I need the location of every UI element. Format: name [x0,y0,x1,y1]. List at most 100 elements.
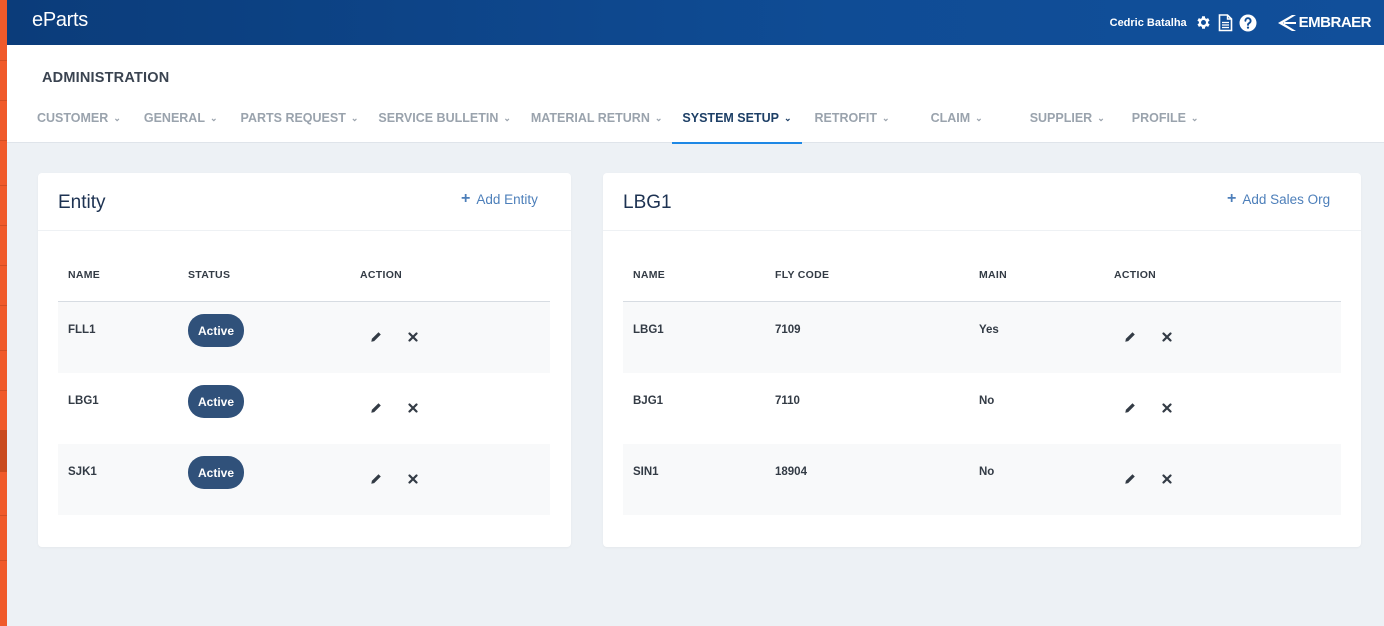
tab-supplier[interactable]: SUPPLIER ⌄ [1020,102,1115,143]
add-sales-org-label: Add Sales Org [1242,191,1331,207]
tab-label: SERVICE BULLETIN [378,111,499,125]
gear-icon[interactable] [1195,14,1213,32]
sales-org-table: NAME FLY CODE MAIN ACTION LBG1 7109 Yes … [623,258,1341,515]
column-header-name: NAME [68,269,101,281]
plus-icon: + [461,190,471,207]
edit-icon[interactable] [369,330,383,344]
column-header-fly-code: FLY CODE [775,269,830,281]
user-area: Cedric Batalha EMBRAER [1110,0,1372,45]
table-row: SIN1 18904 No [623,444,1341,515]
chevron-down-icon: ⌄ [1097,113,1105,123]
delete-icon[interactable] [406,401,420,415]
page-title: ADMINISTRATION [42,70,170,86]
status-badge: Active [188,314,244,347]
entity-card-header: Entity + Add Entity [38,173,571,231]
sales-org-name: BJG1 [633,395,664,407]
main-flag: Yes [979,324,999,336]
delete-icon[interactable] [1160,401,1174,415]
table-row: BJG1 7110 No [623,373,1341,444]
chevron-down-icon: ⌄ [209,113,218,123]
tab-material-return[interactable]: MATERIAL RETURN ⌄ [521,102,673,143]
chevron-down-icon: ⌄ [654,113,663,123]
user-name[interactable]: Cedric Batalha [1110,17,1187,29]
column-header-action: ACTION [1114,269,1157,281]
tab-parts-request[interactable]: PARTS REQUEST ⌄ [231,102,369,143]
chevron-down-icon: ⌄ [1190,113,1199,123]
table-row: LBG1 7109 Yes [623,302,1341,373]
edit-icon[interactable] [369,401,383,415]
tab-label: SUPPLIER [1029,111,1093,125]
delete-icon[interactable] [1160,472,1174,486]
plus-icon: + [1227,190,1237,207]
table-header: NAME FLY CODE MAIN ACTION [623,258,1341,302]
table-row: LBG1 Active [58,373,550,444]
tab-label: PARTS REQUEST [240,111,346,125]
edit-icon[interactable] [1123,330,1137,344]
table-header: NAME STATUS ACTION [58,258,550,302]
entity-name: FLL1 [68,324,96,336]
fly-code: 7109 [775,324,801,336]
tab-label: SYSTEM SETUP [682,111,779,125]
sales-org-name: SIN1 [633,466,659,478]
add-entity-label: Add Entity [476,191,538,207]
subheader: ADMINISTRATION CUSTOMER ⌄ GENERAL ⌄ PARTS … [7,45,1384,144]
tab-label: RETROFIT [814,111,878,125]
entity-name: LBG1 [68,395,99,407]
tab-label: PROFILE [1131,111,1186,125]
edit-icon[interactable] [1123,472,1137,486]
sales-org-name: LBG1 [633,324,664,336]
tab-claim[interactable]: CLAIM ⌄ [921,102,993,143]
add-sales-org-button[interactable]: + Add Sales Org [1227,191,1330,207]
embraer-logo[interactable]: EMBRAER [1275,14,1372,32]
chevron-down-icon: ⌄ [975,113,983,123]
tab-customer[interactable]: CUSTOMER ⌄ [27,102,131,143]
tab-label: CUSTOMER [37,111,109,125]
sales-org-card: LBG1 + Add Sales Org NAME FLY CODE MAIN … [603,173,1361,547]
status-badge: Active [188,456,244,489]
tab-label: MATERIAL RETURN [530,111,650,125]
entity-table: NAME STATUS ACTION FLL1 Active LBG1 Acti… [58,258,550,515]
add-entity-button[interactable]: + Add Entity [461,191,538,207]
delete-icon[interactable] [406,330,420,344]
edit-icon[interactable] [369,472,383,486]
document-icon[interactable] [1217,13,1235,32]
tab-label: GENERAL [143,111,205,125]
tab-label: CLAIM [930,111,971,125]
column-header-name: NAME [633,269,666,281]
entity-name: SJK1 [68,466,97,478]
chevron-down-icon: ⌄ [350,113,359,123]
main-flag: No [979,466,995,478]
main-nav: CUSTOMER ⌄ GENERAL ⌄ PARTS REQUEST ⌄ SERVIC… [27,102,1209,144]
left-edge-strip [0,0,7,626]
sales-org-card-title: LBG1 [623,192,672,213]
app-brand[interactable]: eParts [32,9,88,32]
delete-icon[interactable] [406,472,420,486]
help-icon[interactable] [1239,14,1257,32]
status-badge: Active [188,385,244,418]
delete-icon[interactable] [1160,330,1174,344]
tab-system-setup[interactable]: SYSTEM SETUP ⌄ [672,102,802,144]
embraer-logo-mark-icon [1277,14,1296,31]
fly-code: 7110 [775,395,800,407]
chevron-down-icon: ⌄ [882,113,890,123]
top-bar: eParts Cedric Batalha EMBRAER [7,0,1384,45]
column-header-action: ACTION [360,269,403,281]
tab-profile[interactable]: PROFILE ⌄ [1122,102,1209,143]
entity-card: Entity + Add Entity NAME STATUS ACTION F… [38,173,571,547]
chevron-down-icon: ⌄ [783,113,792,123]
column-header-status: STATUS [188,269,231,281]
main-flag: No [979,395,995,407]
column-header-main: MAIN [979,269,1008,281]
table-row: FLL1 Active [58,302,550,373]
table-row: SJK1 Active [58,444,550,515]
tab-general[interactable]: GENERAL ⌄ [134,102,228,143]
sales-org-card-header: LBG1 + Add Sales Org [603,173,1361,231]
entity-card-title: Entity [58,192,106,213]
tab-service-bulletin[interactable]: SERVICE BULLETIN ⌄ [368,102,520,143]
fly-code: 18904 [775,466,807,478]
tab-retrofit[interactable]: RETROFIT ⌄ [805,102,900,143]
chevron-down-icon: ⌄ [113,113,121,123]
edit-icon[interactable] [1123,401,1137,415]
chevron-down-icon: ⌄ [503,113,511,123]
logo-text: EMBRAER [1298,14,1372,31]
